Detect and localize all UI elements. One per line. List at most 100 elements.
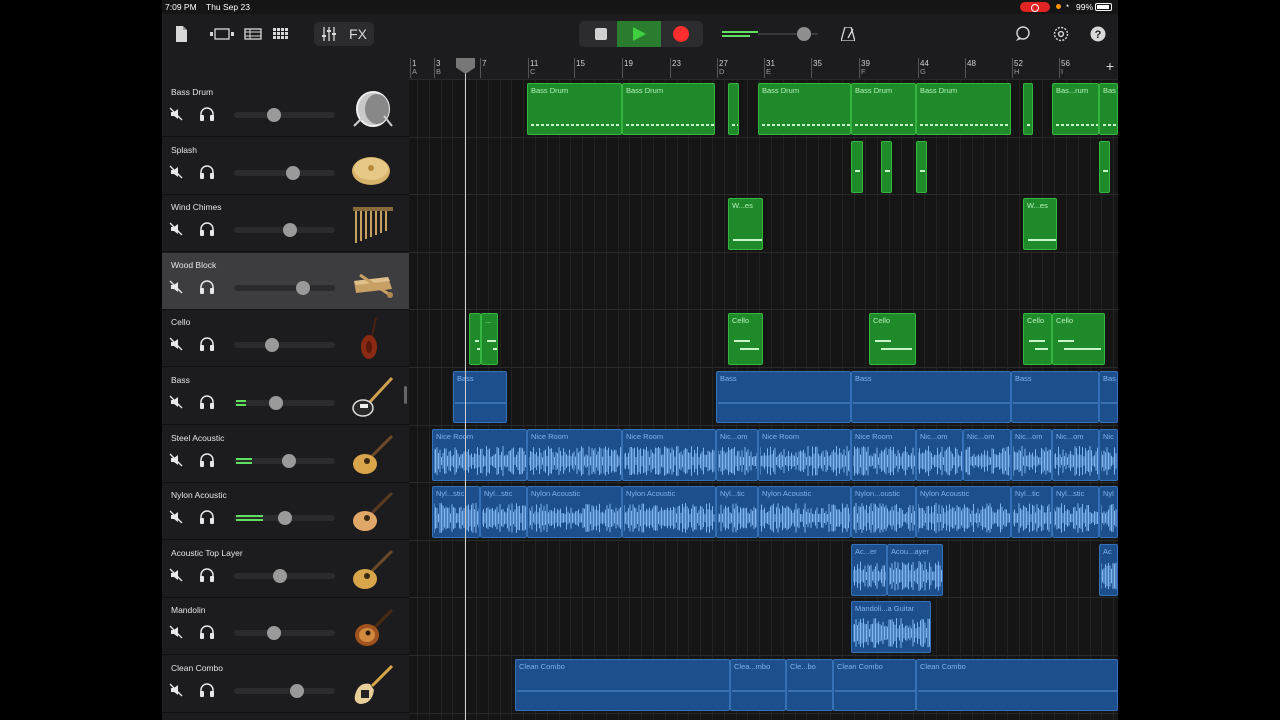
track-header[interactable]: Wind Chimes [162,195,409,253]
tracks-view-icon[interactable] [242,25,264,43]
nylon-instrument-icon[interactable] [350,489,396,535]
audio-region[interactable]: Nyl...stic [480,486,527,538]
audio-region[interactable]: Nice Room [622,429,716,481]
audio-region[interactable]: Nylon Acoustic [916,486,1011,538]
acoustic-instrument-icon[interactable] [350,547,396,593]
audio-region[interactable]: Nyl...tic [716,486,758,538]
audio-region[interactable]: Nic...om [716,429,758,481]
master-volume-knob[interactable] [797,27,811,41]
tracks-area[interactable]: Bass Drum Bass Drum Bass Drum Bass Drum Bass… [409,80,1118,720]
volume-knob[interactable] [265,338,279,353]
solo-headphones-icon[interactable] [199,337,217,353]
midi-region[interactable]: Bass Drum [758,83,851,135]
audio-region[interactable]: Nic...om [1052,429,1099,481]
mute-speaker-icon[interactable] [169,683,185,699]
volume-knob[interactable] [269,396,283,410]
fx-button[interactable]: FX [344,25,372,43]
audio-region[interactable]: Clean Combo [916,659,1118,711]
volume-knob[interactable] [282,453,296,468]
midi-region[interactable] [916,141,927,193]
audio-region[interactable]: Nyl [1099,486,1118,538]
woodblock-instrument-icon[interactable] [350,259,396,305]
audio-region[interactable]: Ac...er [851,544,887,596]
solo-headphones-icon[interactable] [199,222,217,238]
track-volume-slider[interactable] [234,511,335,526]
mandolin-instrument-icon[interactable] [350,604,396,650]
audio-region[interactable]: Nylon...oustic [851,486,916,538]
live-loops-icon[interactable] [270,25,292,43]
track-volume-slider[interactable] [234,626,335,641]
track-volume-slider[interactable] [234,108,335,122]
solo-headphones-icon[interactable] [199,683,217,699]
midi-region[interactable]: Bass Drum [527,83,622,135]
midi-region[interactable]: ... [481,313,498,365]
audio-region[interactable]: Nylon Acoustic [758,486,851,538]
acoustic-instrument-icon[interactable] [350,432,396,478]
timeline-ruler[interactable]: + 1 A 3 B 7 11 C 15 19 23 27 D 31 E 35 39 F 44 G 48 52 H 56 I [409,56,1118,80]
audio-region[interactable]: Nice Room [758,429,851,481]
midi-region[interactable]: Bass Drum [851,83,916,135]
master-volume-slider[interactable] [722,27,818,41]
volume-knob[interactable] [267,108,281,122]
track-volume-slider[interactable] [234,223,335,238]
audio-region[interactable]: Nyl...tic [1011,486,1052,538]
solo-headphones-icon[interactable] [199,107,217,123]
volume-knob[interactable] [267,626,281,641]
volume-knob[interactable] [273,568,287,583]
midi-region[interactable]: Cello [869,313,916,365]
my-songs-icon[interactable] [173,25,189,43]
audio-region[interactable]: Nice Room [527,429,622,481]
track-volume-slider[interactable] [234,165,335,180]
midi-region[interactable]: Bas...rum [1052,83,1099,135]
solo-headphones-icon[interactable] [199,280,217,296]
audio-region[interactable]: Nice Room [851,429,916,481]
track-header[interactable]: Mandolin [162,598,409,656]
cymbal-instrument-icon[interactable] [350,144,396,190]
solo-headphones-icon[interactable] [199,452,217,469]
solo-headphones-icon[interactable] [199,568,217,584]
track-header[interactable]: Cello [162,310,409,368]
settings-gear-icon[interactable] [1052,25,1070,43]
loop-browser-icon[interactable] [1014,25,1032,43]
metronome-icon[interactable] [839,25,857,43]
solo-headphones-icon[interactable] [199,395,217,411]
track-header[interactable]: Steel Acoustic [162,426,409,483]
track-header[interactable]: Bass Drum [162,80,409,137]
track-headers-scrollbar[interactable] [404,386,407,404]
audio-region[interactable]: Clean Combo [515,659,730,711]
track-volume-slider[interactable] [234,338,335,353]
mute-speaker-icon[interactable] [169,280,185,296]
electric-instrument-icon[interactable] [350,662,396,708]
audio-region[interactable]: Nyl...stic [1052,486,1099,538]
browser-icon[interactable] [208,25,236,43]
mute-speaker-icon[interactable] [169,165,185,181]
midi-region[interactable] [851,141,863,193]
solo-headphones-icon[interactable] [199,510,217,526]
add-section-button[interactable]: + [1106,58,1114,74]
midi-region[interactable] [1023,83,1033,135]
track-header[interactable]: Wood Block [162,252,409,310]
track-volume-slider[interactable] [234,684,335,698]
midi-region[interactable]: Cello [1052,313,1105,365]
track-volume-slider[interactable] [234,568,335,583]
track-header[interactable]: Clean Combo [162,656,409,713]
midi-region[interactable]: W...es [728,198,763,250]
mute-speaker-icon[interactable] [169,337,185,353]
record-button[interactable] [673,26,689,42]
volume-knob[interactable] [278,511,292,526]
stop-button[interactable] [586,26,616,42]
audio-region[interactable]: Nic...om [916,429,963,481]
audio-region[interactable]: Nylon Acoustic [622,486,716,538]
track-volume-slider[interactable] [234,396,335,410]
midi-region[interactable]: Bass Drum [622,83,715,135]
midi-region[interactable]: Cello [728,313,763,365]
volume-knob[interactable] [296,280,310,295]
mute-speaker-icon[interactable] [169,625,185,641]
help-icon[interactable]: ? [1089,25,1107,43]
volume-knob[interactable] [290,684,304,698]
track-header[interactable]: Bass [162,368,409,425]
midi-region[interactable]: Bas [1099,83,1118,135]
bass-instrument-icon[interactable] [350,374,396,420]
track-volume-slider[interactable] [234,453,335,468]
audio-region[interactable]: Bass [1011,371,1099,423]
